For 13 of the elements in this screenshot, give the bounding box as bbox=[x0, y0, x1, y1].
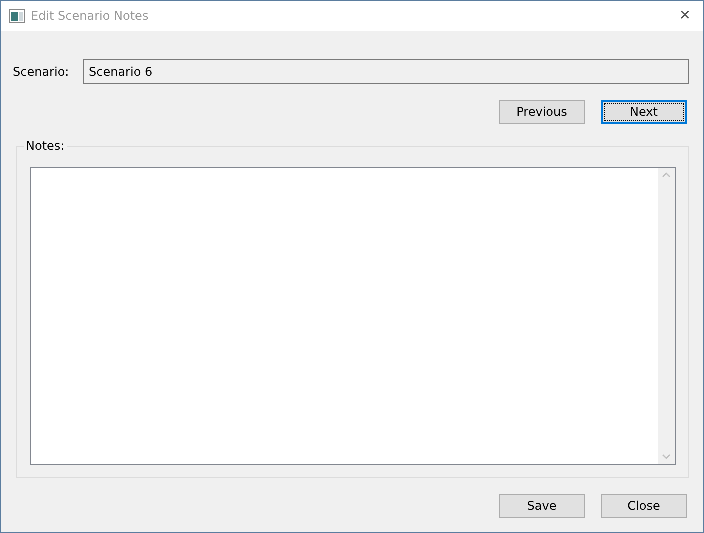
window-icon bbox=[9, 9, 25, 23]
notes-label: Notes: bbox=[24, 139, 67, 153]
window-title: Edit Scenario Notes bbox=[31, 9, 150, 23]
next-button[interactable]: Next bbox=[601, 100, 687, 124]
save-button[interactable]: Save bbox=[499, 494, 585, 518]
close-dialog-button[interactable]: Close bbox=[601, 494, 687, 518]
scrollbar[interactable] bbox=[658, 168, 675, 464]
previous-button[interactable]: Previous bbox=[499, 100, 585, 124]
scroll-up-icon[interactable] bbox=[662, 172, 671, 178]
scroll-down-icon[interactable] bbox=[662, 454, 671, 460]
close-button[interactable]: ✕ bbox=[675, 8, 695, 24]
scenario-field[interactable]: Scenario 6 bbox=[83, 59, 689, 84]
scenario-label: Scenario: bbox=[13, 64, 70, 78]
